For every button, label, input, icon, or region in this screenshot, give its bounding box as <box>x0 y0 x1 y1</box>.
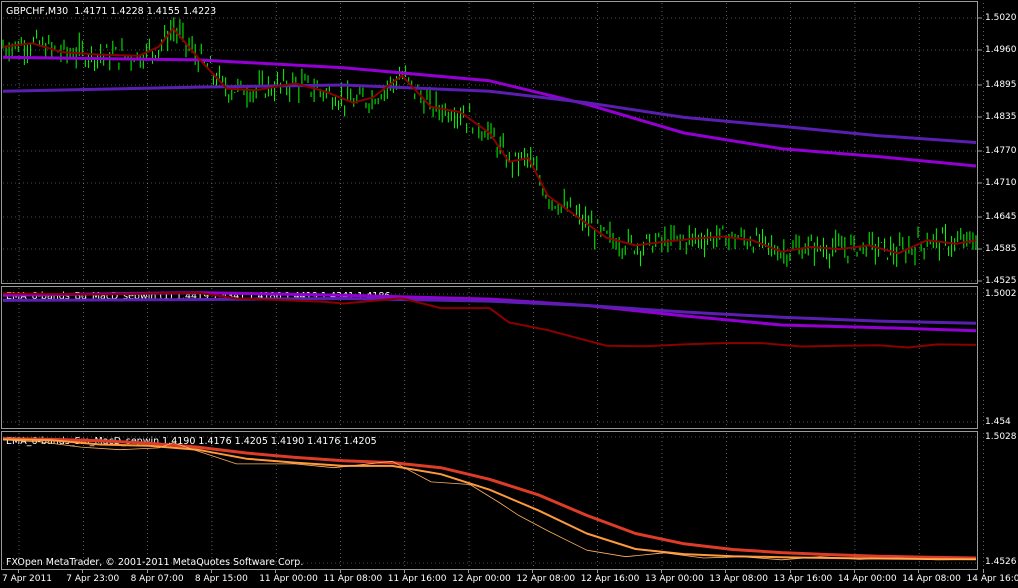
ind2-thin-line <box>2 439 977 561</box>
chart-canvas <box>2 3 984 569</box>
time-tick-mark <box>210 569 212 573</box>
time-tick-mark <box>982 569 984 573</box>
time-tick-mark <box>82 569 84 573</box>
time-tick-mark <box>918 569 920 573</box>
time-tick-mark <box>403 569 405 573</box>
ind2-slow-line <box>2 437 977 560</box>
time-tick-mark <box>468 569 470 573</box>
time-tick-mark <box>339 569 341 573</box>
ema-band-upper <box>2 55 977 168</box>
time-tick-mark <box>146 569 148 573</box>
time-tick-mark <box>18 569 19 573</box>
time-tick-mark <box>661 569 662 573</box>
time-tick-mark <box>275 569 277 573</box>
ind2-fast-line <box>2 438 977 561</box>
time-tick-mark <box>532 569 534 573</box>
time-tick-mark <box>596 569 598 573</box>
time-tick-mark <box>853 569 855 573</box>
time-tick-mark <box>789 569 791 573</box>
ema-fast-line <box>2 27 977 255</box>
ind1-band-lower <box>2 297 977 325</box>
time-tick-mark <box>725 569 727 573</box>
